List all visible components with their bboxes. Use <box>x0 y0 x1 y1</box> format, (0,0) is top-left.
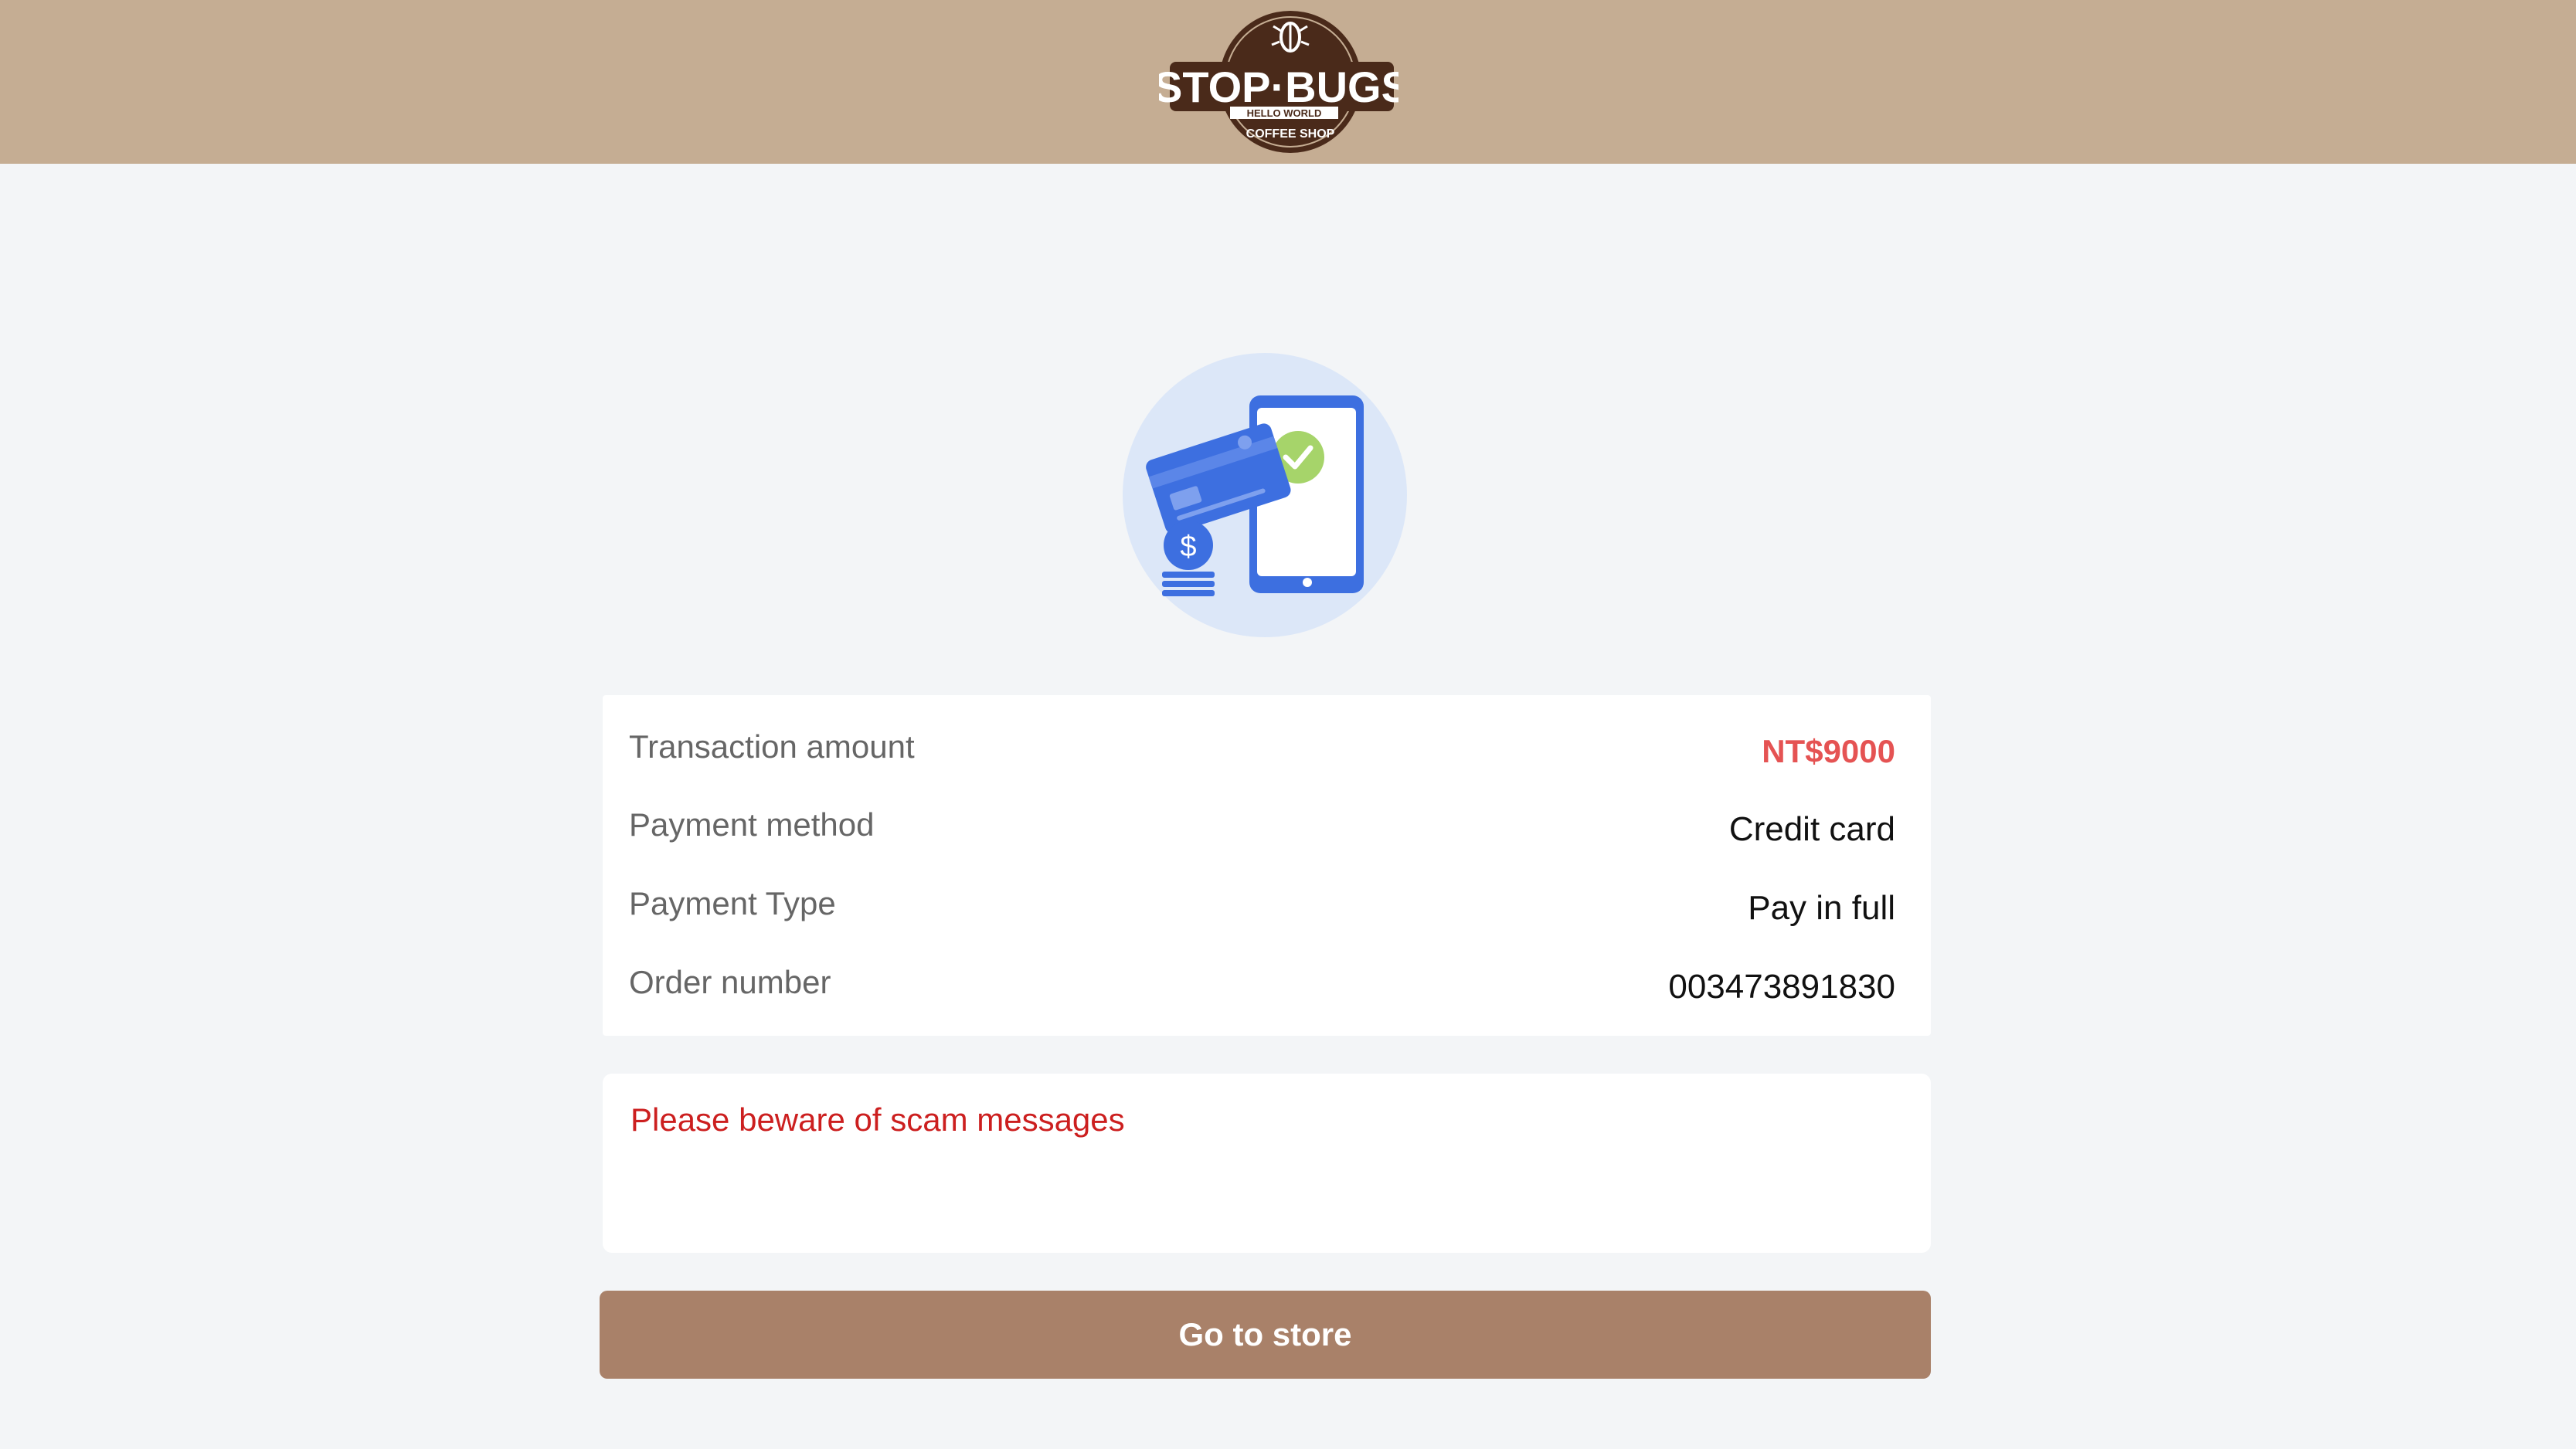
order-number-label: Order number <box>629 964 831 1000</box>
go-to-store-button[interactable]: Go to store <box>600 1291 1931 1379</box>
svg-text:$: $ <box>1180 531 1196 563</box>
stop-bugs-logo: STOP·BUGS HELLO WORLD COFFEE SHOP <box>1159 11 1398 153</box>
header-bar: STOP·BUGS HELLO WORLD COFFEE SHOP <box>0 0 2576 164</box>
payment-type-value: Pay in full <box>1748 889 1895 927</box>
payment-method-label: Payment method <box>629 806 875 843</box>
svg-text:STOP·BUGS: STOP·BUGS <box>1159 63 1398 111</box>
payment-type-row: Payment Type Pay in full <box>629 877 1895 931</box>
transaction-details-card: Transaction amount NT$9000 Payment metho… <box>603 695 1931 1036</box>
scam-warning-box: Please beware of scam messages <box>603 1074 1931 1253</box>
scam-warning-text: Please beware of scam messages <box>630 1101 1125 1138</box>
order-number-row: Order number 003473891830 <box>629 955 1895 1010</box>
svg-text:COFFEE SHOP: COFFEE SHOP <box>1246 127 1335 141</box>
payment-method-row: Payment method Credit card <box>629 798 1895 852</box>
mobile-payment-success-icon: $ <box>1123 353 1407 637</box>
svg-text:HELLO WORLD: HELLO WORLD <box>1247 107 1322 119</box>
order-number-value: 003473891830 <box>1668 968 1895 1006</box>
transaction-amount-row: Transaction amount NT$9000 <box>629 720 1895 774</box>
payment-type-label: Payment Type <box>629 885 836 921</box>
transaction-amount-value: NT$9000 <box>1762 733 1895 769</box>
transaction-amount-label: Transaction amount <box>629 728 915 765</box>
payment-method-value: Credit card <box>1728 810 1895 848</box>
